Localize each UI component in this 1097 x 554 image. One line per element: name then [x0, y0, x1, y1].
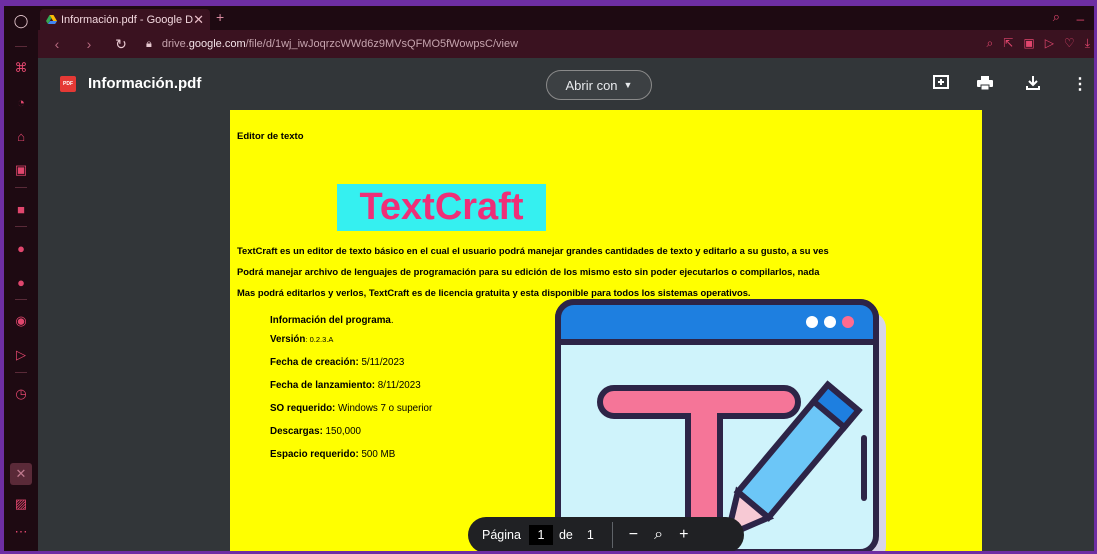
sidebar-divider: [15, 372, 27, 373]
player-icon[interactable]: ◉: [10, 310, 32, 332]
of-label: de: [558, 528, 573, 542]
zoom-in-button[interactable]: +: [679, 526, 688, 544]
shopping-bag-icon[interactable]: ⌂: [10, 125, 32, 147]
more-actions-icon[interactable]: ⋮: [1072, 74, 1088, 94]
share-icon[interactable]: ⇱: [1003, 36, 1013, 51]
minimize-icon[interactable]: _: [1077, 6, 1084, 21]
sidebar-divider: [15, 46, 27, 47]
whatsapp-icon[interactable]: ●: [10, 237, 32, 259]
total-pages: 1: [586, 528, 594, 542]
more-options-icon[interactable]: ⋯: [10, 521, 32, 543]
new-tab-button[interactable]: +: [216, 9, 224, 25]
program-info: Información del programa. Versión: 0.2.3…: [270, 314, 432, 471]
tab-search-icon[interactable]: ⌕: [1053, 9, 1060, 25]
opera-logo-icon[interactable]: ◯: [10, 10, 32, 32]
page-toolbar: Página 1 de 1 − ⌕ +: [468, 517, 744, 551]
info-field: Fecha de creación: 5/11/2023: [270, 357, 405, 368]
lock-icon[interactable]: 🔒︎: [146, 38, 152, 51]
description-line: TextCraft es un editor de texto básico e…: [237, 245, 829, 256]
send-to-icon[interactable]: ▷: [1045, 36, 1054, 51]
editor-label: Editor de texto: [237, 131, 304, 142]
telegram-icon[interactable]: ●: [10, 271, 32, 293]
speed-dial-icon[interactable]: ◔: [10, 91, 32, 113]
current-page-input[interactable]: 1: [528, 525, 553, 545]
info-version: Versión: 0.2.3.A: [270, 334, 334, 345]
send-icon[interactable]: ▷: [10, 344, 32, 366]
address-bar: ‹ › ↻ 🔒︎ drive.google.com/file/d/1wj_iwJ…: [38, 30, 1094, 58]
back-icon[interactable]: ‹: [46, 36, 68, 52]
forward-icon[interactable]: ›: [78, 36, 100, 52]
sidebar-divider: [15, 299, 27, 300]
google-drive-icon: [46, 14, 57, 25]
info-field: Descargas: 150,000: [270, 426, 361, 437]
zoom-out-button[interactable]: −: [629, 526, 638, 544]
url-field[interactable]: drive.google.com/file/d/1wj_iwJoqrzcWWd6…: [162, 38, 518, 50]
tab-title: Información.pdf - Google D: [61, 13, 194, 26]
address-bar-actions: ⌕ ⇱ ▣ ▷ ♡ ⤓: [987, 36, 1090, 51]
caret-down-icon: ▼: [623, 80, 633, 90]
snapshot-icon[interactable]: ▣: [1023, 36, 1034, 51]
download-icon[interactable]: [1025, 74, 1041, 97]
browser-window: ◯ ⌘ ◔ ⌂ ▣ ■ ● ● ◉ ▷ ◷ ✕ ▨ ⋯ Información.…: [0, 0, 1097, 554]
toolbar-divider: [611, 522, 613, 548]
tab-informacion-pdf[interactable]: Información.pdf - Google D ✕: [40, 9, 210, 30]
extensions-icon[interactable]: ✕: [10, 463, 32, 485]
info-field: Espacio requerido: 500 MB: [270, 449, 396, 460]
bookmark-heart-icon[interactable]: ♡: [1064, 36, 1075, 51]
wallpaper-icon[interactable]: ▨: [10, 493, 32, 515]
text-editor-illustration: [555, 299, 886, 551]
description-text: TextCraft es un editor de texto básico e…: [237, 240, 977, 303]
sidebar-divider: [15, 226, 27, 227]
description-line: Podrá manejar archivo de lenguajes de pr…: [237, 266, 820, 277]
add-comment-icon[interactable]: [932, 74, 950, 97]
pdf-viewer: PDF Información.pdf Abrir con ▼ ⋮ Editor…: [38, 58, 1094, 551]
close-tab-icon[interactable]: ✕: [193, 12, 204, 28]
open-with-label: Abrir con: [565, 77, 618, 93]
download-icon[interactable]: ⤓: [1085, 36, 1090, 51]
reload-icon[interactable]: ↻: [110, 36, 132, 53]
gamepad-icon[interactable]: ⌘: [10, 57, 32, 79]
product-title: TextCraft: [337, 184, 546, 231]
history-icon[interactable]: ◷: [10, 383, 32, 405]
print-icon[interactable]: [976, 74, 994, 97]
info-field: Fecha de lanzamiento: 8/11/2023: [270, 380, 421, 391]
pdf-page: Editor de texto TextCraft TextCraft es u…: [230, 110, 982, 551]
page-label: Página: [482, 528, 521, 542]
tab-strip: Información.pdf - Google D ✕ + ⌕ _: [38, 6, 1094, 30]
ai-chip-icon[interactable]: ▣: [10, 159, 32, 181]
window-border: [0, 0, 4, 554]
info-field: SO requerido: Windows 7 o superior: [270, 403, 433, 414]
twitch-icon[interactable]: ■: [10, 198, 32, 220]
sidebar-divider: [15, 187, 27, 188]
lens-icon[interactable]: ⌕: [987, 36, 994, 51]
zoom-icon[interactable]: ⌕: [654, 526, 663, 544]
viewer-header: PDF Información.pdf Abrir con ▼ ⋮: [38, 58, 1094, 110]
pdf-file-icon: PDF: [60, 76, 76, 92]
file-title: Información.pdf: [88, 75, 202, 92]
open-with-button[interactable]: Abrir con ▼: [546, 70, 652, 100]
browser-sidebar: ◯ ⌘ ◔ ⌂ ▣ ■ ● ● ◉ ▷ ◷ ✕ ▨ ⋯: [4, 6, 38, 551]
